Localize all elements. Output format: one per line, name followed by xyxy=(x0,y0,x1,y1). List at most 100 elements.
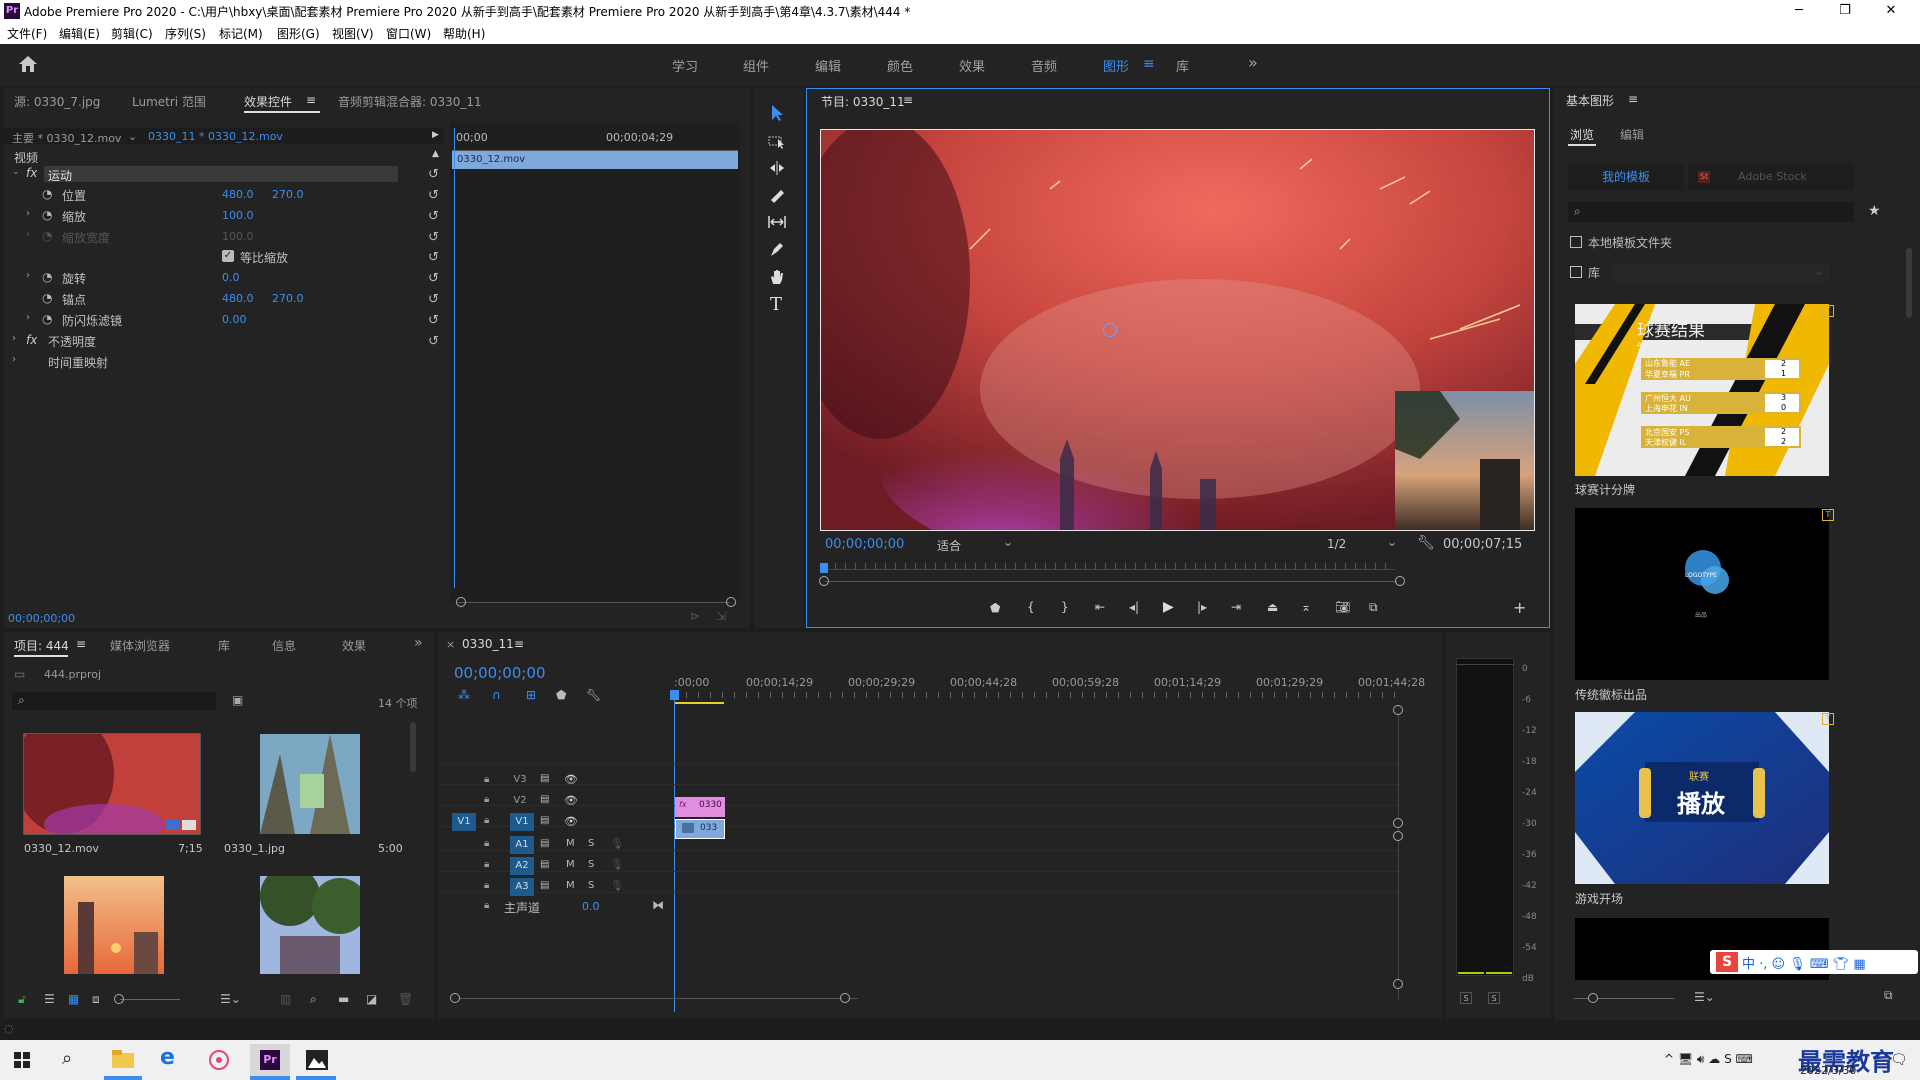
tab-project[interactable]: 项目: 444 xyxy=(14,637,69,654)
expand-opacity-icon[interactable]: › xyxy=(12,333,16,344)
sync-lock-icon[interactable]: ▤ xyxy=(540,838,549,849)
expand-scale-icon[interactable]: › xyxy=(26,208,30,219)
library-dropdown[interactable]: ⌄ xyxy=(1612,264,1830,282)
work-area-bar[interactable] xyxy=(674,702,724,704)
zoom-slider[interactable] xyxy=(120,999,180,1000)
sync-lock-icon[interactable]: ▤ xyxy=(540,880,549,891)
vscroll-handle[interactable] xyxy=(1393,831,1403,841)
scale-value[interactable]: 100.0 xyxy=(222,209,254,222)
track-select-tool-icon[interactable] xyxy=(768,133,786,149)
hscroll-handle-left[interactable] xyxy=(450,993,460,1003)
mark-out-icon[interactable]: } xyxy=(1061,600,1069,614)
local-folder-checkbox[interactable] xyxy=(1570,236,1582,248)
playhead-handle[interactable] xyxy=(670,690,679,700)
project-item-thumb[interactable] xyxy=(23,733,201,835)
sync-lock-icon[interactable]: ▤ xyxy=(540,815,549,826)
mute-button[interactable]: M xyxy=(566,880,575,891)
vscroll-handle[interactable] xyxy=(1393,979,1403,989)
windows-start-icon[interactable] xyxy=(14,1052,30,1068)
automate-icon[interactable]: ▥ xyxy=(280,992,291,1006)
track-label-a2[interactable]: A2 xyxy=(510,857,534,875)
menu-marker[interactable]: 标记(M) xyxy=(219,25,263,42)
track-label-v2[interactable]: V2 xyxy=(510,792,530,810)
timeline-menu-icon[interactable]: ≡ xyxy=(514,637,524,651)
stopwatch-icon[interactable]: ◔ xyxy=(42,187,52,201)
stopwatch-icon[interactable]: ◔ xyxy=(42,270,52,284)
sort-icon[interactable]: ☰⌄ xyxy=(220,992,241,1006)
menu-sequence[interactable]: 序列(S) xyxy=(165,25,206,42)
fit-dropdown[interactable]: 适合 xyxy=(937,537,961,554)
compare-view-icon[interactable]: ⧉ xyxy=(1369,600,1378,615)
mark-in-icon[interactable]: { xyxy=(1027,600,1035,614)
solo-button[interactable]: S xyxy=(588,859,594,870)
graphics-panel-title[interactable]: 基本图形 xyxy=(1566,92,1614,109)
track-label-v1[interactable]: V1 xyxy=(510,813,534,831)
zoom-bar[interactable] xyxy=(825,581,1397,582)
tab-edit[interactable]: 编辑 xyxy=(1620,126,1644,143)
zoom-handle-left[interactable] xyxy=(819,576,829,586)
anchor-point-icon[interactable] xyxy=(1103,323,1117,337)
mute-button[interactable]: M xyxy=(566,859,575,870)
stopwatch-icon[interactable]: ◔ xyxy=(42,312,52,326)
vscroll-handle[interactable] xyxy=(1393,705,1403,715)
master-volume-value[interactable]: 0.0 xyxy=(582,900,600,913)
anchor-x-value[interactable]: 480.0 xyxy=(222,292,254,305)
opacity-label[interactable]: 不透明度 xyxy=(48,333,96,350)
tab-effect-controls[interactable]: 效果控件 xyxy=(244,93,292,110)
microphone-icon[interactable]: 🎙︎ xyxy=(610,858,624,871)
linked-selection-icon[interactable]: ∩ xyxy=(492,688,501,702)
menu-help[interactable]: 帮助(H) xyxy=(443,25,485,42)
project-item-thumb[interactable] xyxy=(260,734,360,834)
vscroll-handle[interactable] xyxy=(1393,818,1403,828)
menu-window[interactable]: 窗口(W) xyxy=(386,25,431,42)
tray-icons[interactable]: ^ 🖥︎ 🔊︎ ☁︎ S ⌨ xyxy=(1664,1052,1753,1067)
project-menu-icon[interactable]: ≡ xyxy=(76,637,86,651)
ime-mode-icon[interactable]: 中 ·, ☺ 🎙︎ ⌨ 👕︎ ▦ xyxy=(1742,953,1866,972)
menu-graphics[interactable]: 图形(G) xyxy=(277,25,320,42)
program-current-timecode[interactable]: 00;00;00;00 xyxy=(825,537,904,552)
resolution-dropdown[interactable]: 1/2 xyxy=(1327,537,1346,551)
position-x-value[interactable]: 480.0 xyxy=(222,188,254,201)
maximize-button[interactable]: ❐ xyxy=(1822,0,1868,22)
master-clip-label[interactable]: 主要 * 0330_12.mov xyxy=(12,130,121,146)
pen-tool-icon[interactable] xyxy=(768,241,786,257)
lock-icon[interactable]: 🔒︎ xyxy=(484,880,489,891)
scroll-handle-left[interactable] xyxy=(456,597,466,607)
program-playhead[interactable] xyxy=(820,563,828,573)
lift-icon[interactable]: ⏏ xyxy=(1267,600,1278,614)
chevron-down-icon[interactable]: ⌄ xyxy=(1387,535,1397,549)
razor-tool-icon[interactable] xyxy=(768,187,786,203)
adobe-stock-button[interactable]: St Adobe Stock xyxy=(1688,164,1854,190)
step-forward-icon[interactable]: |▸ xyxy=(1197,600,1207,614)
anti-flicker-value[interactable]: 0.00 xyxy=(222,313,247,326)
anchor-y-value[interactable]: 270.0 xyxy=(272,292,304,305)
workspace-audio[interactable]: 音频 xyxy=(1031,56,1057,75)
tab-libraries[interactable]: 库 xyxy=(218,637,230,654)
sync-lock-icon[interactable]: ▤ xyxy=(540,859,549,870)
clip-v2[interactable]: fx 0330 xyxy=(675,797,725,817)
step-back-icon[interactable]: ◂| xyxy=(1129,600,1139,614)
reset-icon[interactable]: ↺ xyxy=(428,293,442,307)
zoom-slider-handle[interactable] xyxy=(114,994,124,1004)
project-scrollbar[interactable] xyxy=(410,722,416,772)
play-arrow-icon[interactable]: ▶ xyxy=(432,130,439,140)
new-item-icon[interactable]: ◪ xyxy=(366,992,377,1006)
transform-bounding-box[interactable] xyxy=(820,129,1535,531)
track-label-v3[interactable]: V3 xyxy=(510,771,530,789)
timeline-playhead[interactable] xyxy=(674,690,675,1012)
tab-media-browser[interactable]: 媒体浏览器 xyxy=(110,637,170,654)
menu-view[interactable]: 视图(V) xyxy=(332,25,374,42)
template-scoreboard-thumb[interactable]: 球赛结果 Adobe 足球世界杯 山东鲁能 AE 2 华夏幸福 PR 1 广州恒… xyxy=(1575,304,1829,476)
library-checkbox[interactable] xyxy=(1570,266,1582,278)
reset-icon[interactable]: ↺ xyxy=(428,251,442,265)
template-logo-thumb[interactable]: LOGOTYPE 出品 xyxy=(1575,508,1829,680)
photos-app-icon[interactable] xyxy=(306,1050,328,1070)
workspace-libraries[interactable]: 库 xyxy=(1176,56,1189,75)
lock-icon[interactable]: 🔒︎ xyxy=(484,774,489,785)
reset-icon[interactable]: ↺ xyxy=(428,335,442,349)
workspace-editing[interactable]: 编辑 xyxy=(815,56,841,75)
tab-audio-mixer[interactable]: 音频剪辑混合器: 0330_11 xyxy=(338,93,482,110)
reset-icon[interactable]: ↺ xyxy=(428,231,442,245)
lock-icon[interactable]: 🔒︎ xyxy=(484,900,489,911)
reset-icon[interactable]: ↺ xyxy=(428,272,442,286)
